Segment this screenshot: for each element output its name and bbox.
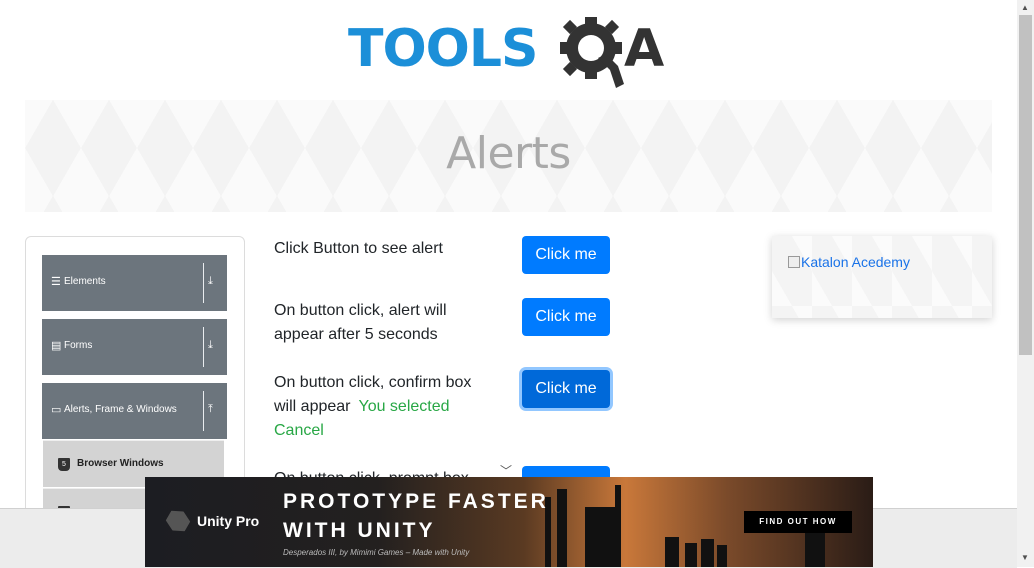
download-arrow-icon: ⤓ [208,339,213,351]
sidebar-item-label: Browser Windows [77,458,164,469]
find-out-how-button[interactable]: FIND OUT HOW [744,511,852,533]
divider [203,327,204,367]
form-icon: ▤ [51,340,62,352]
scrollbar-thumb[interactable] [1019,15,1032,355]
logo-text-tools: TOOLS [348,19,537,79]
scroll-up-icon[interactable]: ▲ [1021,3,1029,12]
timer-alert-row-label: On button click, alert will appear after… [274,302,447,343]
ad-headline-line1: PROTOTYPE FASTER [283,490,549,513]
logo-text-a: A [624,19,664,79]
sidebar-group-label: Alerts, Frame & Windows [64,404,177,415]
page-scrollbar[interactable]: ▲ ▼ [1017,0,1034,567]
sidebar-group-forms[interactable]: ▤ Forms ⤓ [42,319,227,375]
window-icon: ▭ [51,404,62,416]
unity-logo-icon [163,506,193,536]
download-arrow-icon: ⤓ [208,275,213,287]
alert-button[interactable]: Click me [522,236,610,274]
sidebar-group-label: Forms [64,340,93,351]
timer-alert-button[interactable]: Click me [522,298,610,336]
gear-q-icon [560,17,624,88]
upload-arrow-icon: ⤒ [208,403,213,415]
sidebar-group-alerts-frame-windows[interactable]: ▭ Alerts, Frame & Windows ⤒ [42,383,227,439]
image-alt-text: Katalon Acedemy [801,254,910,270]
toolsqa-logo[interactable]: TOOLS A [348,14,672,92]
broken-image[interactable]: Katalon Acedemy [788,254,910,270]
sidebar-group-label: Elements [64,276,106,287]
ad-headline: PROTOTYPE FASTER WITH UNITY [283,487,583,545]
hamburger-icon: ☰ [51,276,61,288]
broken-image-icon [788,256,800,268]
confirm-row: On button click, confirm box will appear… [274,371,489,443]
page-title: Alerts [446,128,571,179]
page-banner: Alerts [25,100,992,212]
html5-icon: 5 [58,458,70,471]
confirm-button[interactable]: Click me [522,370,610,408]
ad-headline-line2: WITH UNITY [283,519,436,542]
sidebar-group-elements[interactable]: ☰ Elements ⤓ [42,255,227,311]
katalon-ad[interactable]: Katalon Acedemy [772,236,992,318]
ad-credit: Desperados III, by Mimimi Games – Made w… [283,548,470,557]
alert-row-label: Click Button to see alert [274,240,443,257]
divider [203,391,204,431]
unity-ad-banner[interactable]: Unity Pro PROTOTYPE FASTER WITH UNITY De… [145,477,873,567]
brand-label: Unity Pro [197,513,260,529]
divider [203,263,204,303]
scroll-down-icon[interactable]: ▼ [1021,553,1029,562]
unity-pro-brand: Unity Pro [167,510,259,532]
